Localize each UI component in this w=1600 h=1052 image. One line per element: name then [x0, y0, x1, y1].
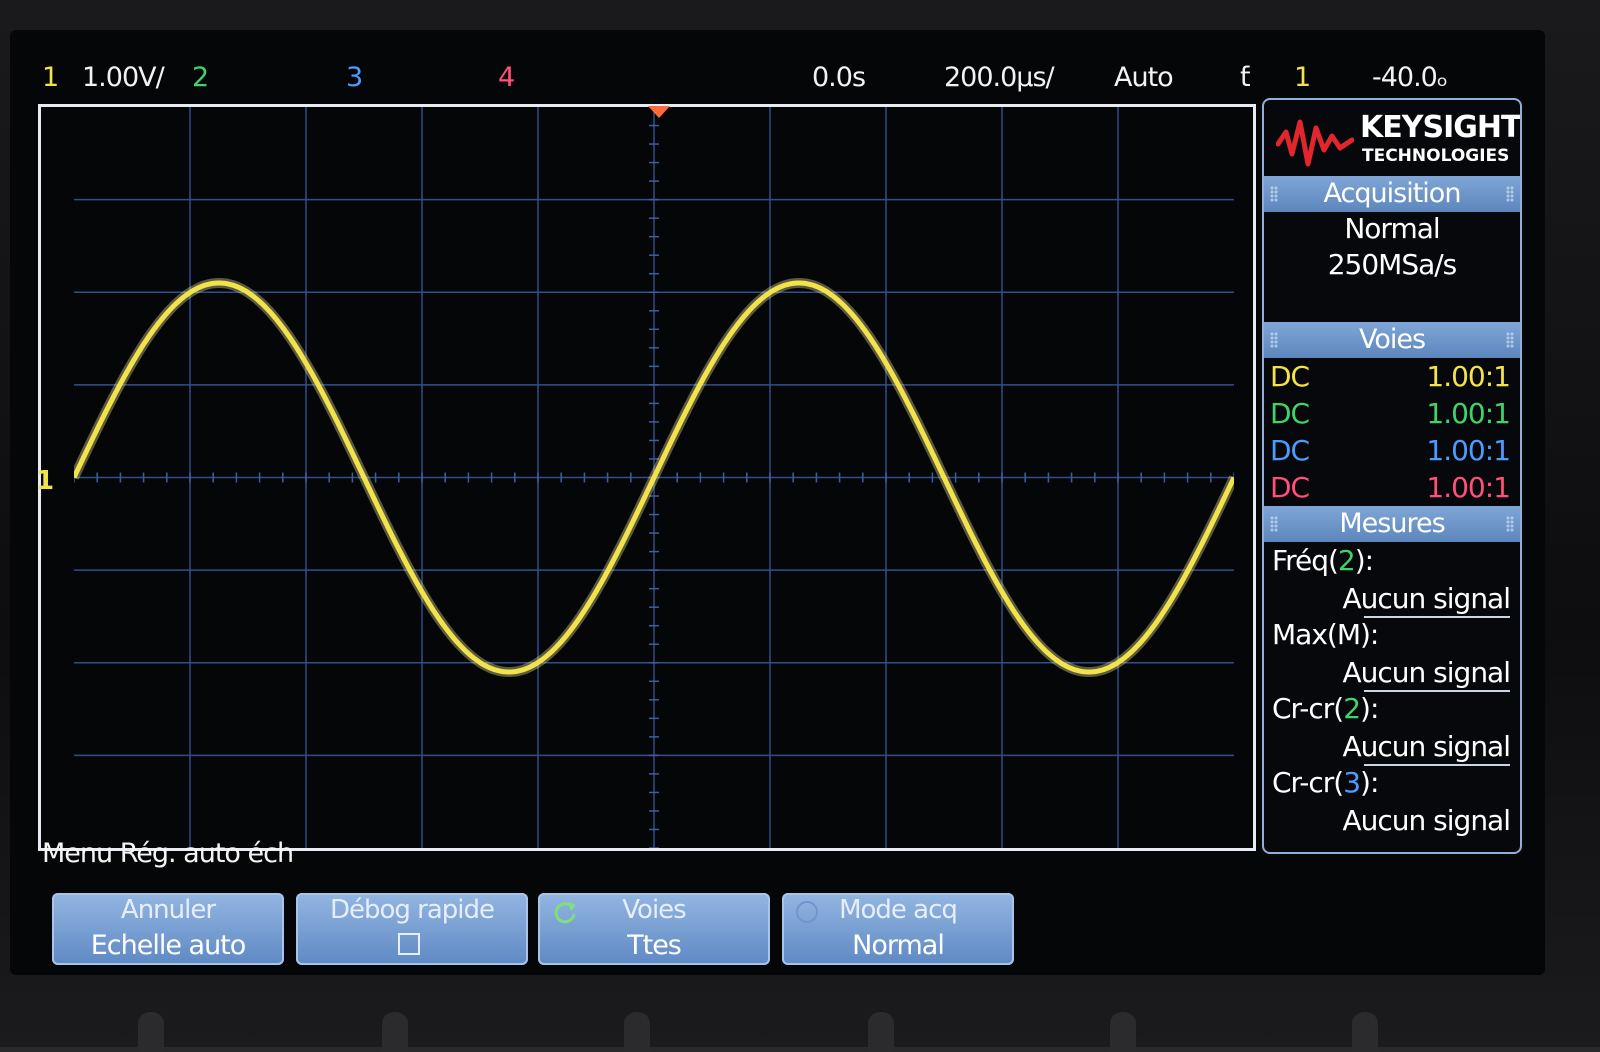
softkey-1-line1: Annuler: [120, 895, 216, 925]
trigger-source[interactable]: 1: [1294, 62, 1311, 93]
softkey-3-line1: Voies: [622, 895, 686, 925]
waveform-area: [74, 107, 1234, 848]
softkey-3-hardware-button[interactable]: [624, 1012, 650, 1052]
voie-coupling: DC: [1270, 397, 1310, 430]
softkey-mode-acq[interactable]: Mode acq Normal: [782, 893, 1014, 965]
trigger-position-marker[interactable]: [648, 106, 670, 118]
measure-value: Aucun signal: [1342, 582, 1511, 615]
measure-label-post: ):: [1360, 692, 1379, 725]
menu-title: Menu Rég. auto éch: [42, 838, 294, 869]
brand-name: KEYSIGHT: [1360, 110, 1521, 145]
keysight-logo: KEYSIGHT TECHNOLOGIES: [1270, 106, 1520, 176]
measure-label[interactable]: Max(M):: [1272, 618, 1379, 651]
info-panel: KEYSIGHT TECHNOLOGIES Acquisition Normal…: [1262, 98, 1522, 854]
voie-row-ch2[interactable]: DC 1.00:1: [1270, 397, 1511, 433]
trigger-mode[interactable]: Auto: [1114, 62, 1174, 93]
measure-label-src: 3: [1343, 766, 1361, 799]
grip-dots-icon: [1506, 332, 1514, 348]
softkey-4-line2: Normal: [852, 930, 945, 961]
softkey-1-line2: Echelle auto: [90, 930, 247, 961]
keysight-wave-icon: [1276, 119, 1354, 167]
measure-label[interactable]: Cr-cr(3):: [1272, 766, 1379, 799]
ch4-number[interactable]: 4: [498, 62, 515, 93]
voies-header[interactable]: Voies: [1264, 322, 1520, 358]
voie-probe-ratio: 1.00:1: [1426, 434, 1511, 467]
softkey-voies[interactable]: Voies Ttes: [538, 893, 770, 965]
measure-label-pre: Fréq(: [1272, 544, 1339, 577]
voie-probe-ratio: 1.00:1: [1426, 471, 1511, 504]
waveform-graticule[interactable]: [38, 104, 1256, 851]
grip-dots-icon: [1270, 516, 1278, 532]
softkey-debog-rapide[interactable]: Débog rapide: [296, 893, 528, 965]
softkey-2-hardware-button[interactable]: [382, 1012, 408, 1052]
measure-separator: [1364, 690, 1510, 692]
softkey-2-line1: Débog rapide: [329, 895, 495, 925]
trigger-level[interactable]: -40.0ₒ: [1372, 62, 1448, 93]
grip-dots-icon: [1506, 516, 1514, 532]
measure-label-src: 2: [1337, 544, 1356, 577]
voie-probe-ratio: 1.00:1: [1426, 360, 1511, 393]
softkey-annuler-echelle-auto[interactable]: Annuler Echelle auto: [52, 893, 284, 965]
voie-coupling: DC: [1270, 360, 1310, 393]
ch1-ground-marker[interactable]: 1: [36, 466, 54, 496]
measure-label-post: ):: [1360, 766, 1379, 799]
measure-value: Aucun signal: [1342, 804, 1511, 837]
voie-probe-ratio: 1.00:1: [1426, 397, 1511, 430]
mesures-title: Mesures: [1339, 508, 1445, 539]
ch3-number[interactable]: 3: [346, 62, 363, 93]
measure-value: Aucun signal: [1342, 656, 1511, 689]
voie-row-ch4[interactable]: DC 1.00:1: [1270, 471, 1511, 507]
mesures-header[interactable]: Mesures: [1264, 506, 1520, 542]
softkey-1-hardware-button[interactable]: [138, 1012, 164, 1052]
softkey-4-line1: Mode acq: [839, 895, 958, 925]
measure-value: Aucun signal: [1342, 730, 1511, 763]
softkey-6-hardware-button[interactable]: [1352, 1012, 1378, 1052]
measure-label-src: 2: [1343, 692, 1361, 725]
voies-title: Voies: [1358, 324, 1426, 355]
measure-separator: [1364, 616, 1510, 618]
measure-label[interactable]: Cr-cr(2):: [1272, 692, 1379, 725]
measure-label-post: ):: [1359, 618, 1379, 651]
acquisition-mode: Normal: [1344, 212, 1440, 245]
checkbox-icon[interactable]: [398, 933, 420, 955]
voie-coupling: DC: [1270, 471, 1310, 504]
grip-dots-icon: [1270, 332, 1278, 348]
time-offset[interactable]: 0.0s: [812, 62, 866, 93]
measure-separator: [1364, 764, 1510, 766]
ch1-number[interactable]: 1: [42, 62, 59, 93]
measure-label-pre: Cr-cr(: [1272, 692, 1344, 725]
time-scale[interactable]: 200.0µs/: [944, 62, 1055, 93]
trigger-edge-icon: ƭ: [1240, 62, 1251, 93]
measure-label-pre: Cr-cr(: [1272, 766, 1344, 799]
ch1-ground-label: 1: [36, 466, 55, 496]
softkey-5-hardware-button[interactable]: [1110, 1012, 1136, 1052]
acquisition-title: Acquisition: [1323, 178, 1462, 209]
measure-label-post: ):: [1354, 544, 1374, 577]
acquisition-rate: 250MSa/s: [1327, 248, 1458, 281]
measure-label-pre: Max(: [1272, 618, 1338, 651]
voie-coupling: DC: [1270, 434, 1310, 467]
ch2-number[interactable]: 2: [192, 62, 209, 93]
brand-subtitle: TECHNOLOGIES: [1362, 146, 1510, 166]
measure-label[interactable]: Fréq(2):: [1272, 544, 1374, 577]
voie-row-ch1[interactable]: DC 1.00:1: [1270, 360, 1511, 396]
ch1-scale[interactable]: 1.00V/: [82, 62, 165, 93]
voie-row-ch3[interactable]: DC 1.00:1: [1270, 434, 1511, 470]
grip-dots-icon: [1270, 186, 1278, 202]
grip-dots-icon: [1506, 186, 1514, 202]
softkey-3-line2: Ttes: [627, 930, 682, 961]
acquisition-header[interactable]: Acquisition: [1264, 176, 1520, 212]
measure-label-src: M: [1336, 618, 1361, 651]
softkey-4-hardware-button[interactable]: [868, 1012, 894, 1052]
